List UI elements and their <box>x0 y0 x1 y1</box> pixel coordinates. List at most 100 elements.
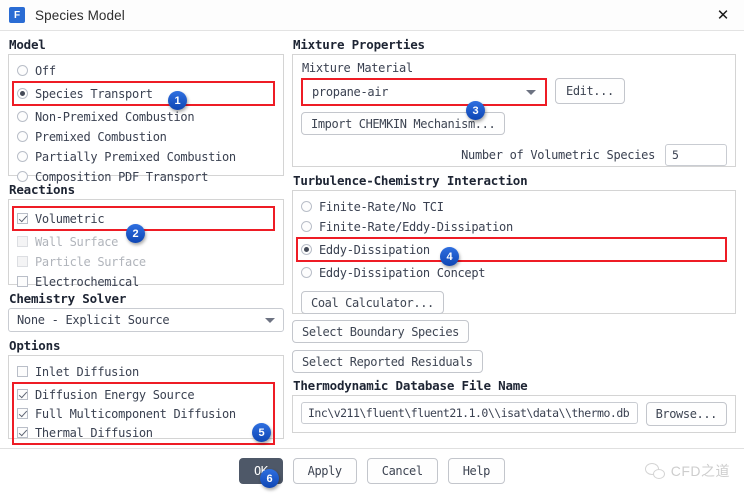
model-option-off[interactable]: Off <box>17 61 275 80</box>
model-option-premixed-combustion[interactable]: Premixed Combustion <box>17 127 275 146</box>
model-option-species-transport[interactable]: Species Transport <box>12 81 275 106</box>
model-group-label: Model <box>9 37 46 52</box>
checkbox-icon <box>17 236 28 247</box>
select-reported-residuals-button[interactable]: Select Reported Residuals <box>292 350 483 373</box>
turbulence-chemistry-group-label: Turbulence-Chemistry Interaction <box>293 173 528 188</box>
coal-calculator-button[interactable]: Coal Calculator... <box>301 291 444 314</box>
chevron-down-icon <box>265 318 275 323</box>
tci-option-eddy-dissipation[interactable]: Eddy-Dissipation <box>296 237 727 262</box>
chemistry-solver-dropdown[interactable]: None - Explicit Source <box>8 308 284 332</box>
option-label: Full Multicomponent Diffusion <box>35 406 236 421</box>
edit-material-button[interactable]: Edit... <box>555 78 625 104</box>
coal-calculator-row: Coal Calculator... <box>301 291 727 314</box>
options-groupbox: Inlet Diffusion Diffusion Energy Source … <box>8 355 284 445</box>
radio-icon <box>17 171 28 182</box>
window-titlebar: F Species Model ✕ <box>0 0 744 31</box>
select-boundary-species-button[interactable]: Select Boundary Species <box>292 320 469 343</box>
checkbox-icon <box>17 213 28 224</box>
mixture-material-dropdown[interactable]: propane-air <box>304 81 544 103</box>
wechat-bubble-small <box>652 468 665 479</box>
reactions-option-wall-surface: Wall Surface <box>17 232 275 251</box>
select-boundary-species-row: Select Boundary Species <box>292 320 736 343</box>
option-label: Electrochemical <box>35 274 139 289</box>
tci-option-eddy-dissipation-concept[interactable]: Eddy-Dissipation Concept <box>301 263 727 282</box>
option-label: Thermal Diffusion <box>35 425 153 440</box>
mixture-material-value: propane-air <box>312 85 389 99</box>
radio-icon <box>301 201 312 212</box>
step-badge-1: 1 <box>168 91 187 110</box>
option-label: Inlet Diffusion <box>35 364 139 379</box>
chevron-down-icon <box>526 90 536 95</box>
mixture-material-highlight: propane-air <box>301 78 547 106</box>
option-label: Finite-Rate/Eddy-Dissipation <box>319 219 513 234</box>
checkbox-icon <box>17 256 28 267</box>
options-option-full-multicomponent-diffusion[interactable]: Full Multicomponent Diffusion <box>17 404 267 423</box>
mixture-material-caption: Mixture Material <box>302 61 413 75</box>
apply-button[interactable]: Apply <box>292 458 357 484</box>
option-label: Premixed Combustion <box>35 129 167 144</box>
species-model-dialog: Model Off Species Transport 1 Non-Premix… <box>0 31 744 500</box>
thermo-db-path-field[interactable]: Inc\v211\fluent\fluent21.1.0\\isat\data\… <box>301 402 638 424</box>
checkbox-icon <box>17 276 28 287</box>
volumetric-species-row: Number of Volumetric Species 5 <box>301 144 727 166</box>
import-chemkin-row: Import CHEMKIN Mechanism... <box>301 112 727 135</box>
right-column: Mixture Properties Mixture Material prop… <box>292 37 736 439</box>
option-label: Non-Premixed Combustion <box>35 109 195 124</box>
radio-icon <box>17 111 28 122</box>
browse-button[interactable]: Browse... <box>645 402 727 426</box>
model-option-composition-pdf-transport[interactable]: Composition PDF Transport <box>17 167 275 186</box>
options-option-diffusion-energy-source[interactable]: Diffusion Energy Source <box>17 385 267 404</box>
reactions-option-volumetric[interactable]: Volumetric <box>12 206 275 231</box>
option-label: Diffusion Energy Source <box>35 387 195 402</box>
checkbox-icon <box>17 408 28 419</box>
mixture-properties-group-label: Mixture Properties <box>293 37 425 52</box>
option-label: Eddy-Dissipation <box>319 242 430 257</box>
option-label: Wall Surface <box>35 234 119 249</box>
help-button[interactable]: Help <box>447 458 506 484</box>
select-reported-residuals-row: Select Reported Residuals <box>292 350 736 373</box>
step-badge-5: 5 <box>252 423 271 442</box>
watermark: CFD之道 <box>644 461 730 481</box>
option-label: Partially Premixed Combustion <box>35 149 236 164</box>
checkbox-icon <box>17 366 28 377</box>
footer-button-row: OK Apply Cancel Help <box>0 458 744 484</box>
option-label: Finite-Rate/No TCI <box>319 199 444 214</box>
options-option-inlet-diffusion[interactable]: Inlet Diffusion <box>17 362 275 381</box>
step-badge-6: 6 <box>260 469 279 488</box>
fluent-f-icon: F <box>9 7 25 23</box>
checkbox-icon <box>17 389 28 400</box>
step-badge-4: 4 <box>440 247 459 266</box>
options-option-thermal-diffusion[interactable]: Thermal Diffusion <box>17 423 267 442</box>
tci-option-finite-rate-no-tci[interactable]: Finite-Rate/No TCI <box>301 197 727 216</box>
thermo-db-group-label: Thermodynamic Database File Name <box>293 378 528 393</box>
chemistry-solver-group-label: Chemistry Solver <box>9 291 127 306</box>
tci-option-finite-rate-eddy-dissipation[interactable]: Finite-Rate/Eddy-Dissipation <box>301 217 727 236</box>
model-option-non-premixed-combustion[interactable]: Non-Premixed Combustion <box>17 107 275 126</box>
radio-icon <box>301 221 312 232</box>
mixture-properties-groupbox: Mixture Material propane-air Edit... Imp… <box>292 54 736 167</box>
chemistry-solver-value: None - Explicit Source <box>17 313 170 327</box>
radio-icon <box>301 244 312 255</box>
reactions-option-electrochemical[interactable]: Electrochemical <box>17 272 275 291</box>
radio-icon <box>17 88 28 99</box>
reactions-groupbox: Volumetric 2 Wall Surface Particle Surfa… <box>8 199 284 289</box>
thermo-db-row: Inc\v211\fluent\fluent21.1.0\\isat\data\… <box>301 402 727 426</box>
volumetric-species-caption: Number of Volumetric Species <box>461 148 655 162</box>
watermark-text: CFD之道 <box>670 463 730 479</box>
close-icon[interactable]: ✕ <box>708 3 738 27</box>
option-label: Composition PDF Transport <box>35 169 209 184</box>
wechat-icon <box>644 462 665 480</box>
option-label: Off <box>35 63 56 78</box>
model-groupbox: Off Species Transport 1 Non-Premixed Com… <box>8 54 284 184</box>
option-label: Particle Surface <box>35 254 146 269</box>
option-label: Volumetric <box>35 211 105 226</box>
step-badge-2: 2 <box>126 224 145 243</box>
model-option-partially-premixed-combustion[interactable]: Partially Premixed Combustion <box>17 147 275 166</box>
dialog-footer: OK Apply Cancel Help 6 CFD之道 <box>0 448 744 500</box>
dialog-columns: Model Off Species Transport 1 Non-Premix… <box>8 37 736 445</box>
mixture-material-row: propane-air Edit... <box>301 78 727 106</box>
turbulence-chemistry-groupbox: Finite-Rate/No TCI Finite-Rate/Eddy-Diss… <box>292 190 736 314</box>
cancel-button[interactable]: Cancel <box>366 458 438 484</box>
options-highlight-group: Diffusion Energy Source Full Multicompon… <box>12 382 275 445</box>
volumetric-species-field[interactable]: 5 <box>665 144 727 166</box>
